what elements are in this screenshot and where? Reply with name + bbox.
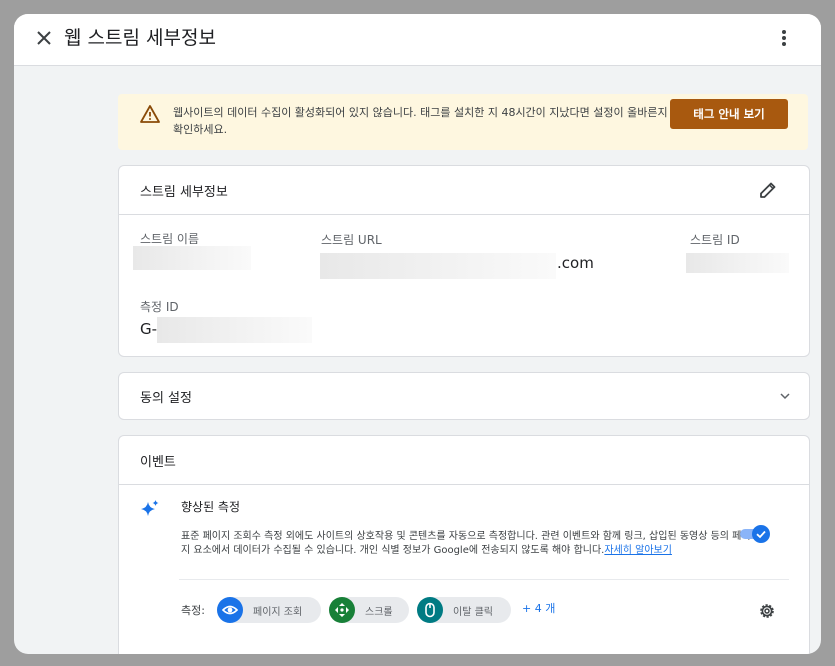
- gear-icon[interactable]: [757, 601, 777, 621]
- stream-url-label: 스트림 URL: [321, 233, 382, 247]
- more-vert-icon[interactable]: [774, 27, 794, 49]
- events-title: 이벤트: [140, 455, 176, 470]
- check-icon: [756, 530, 766, 539]
- enhanced-measurement-title: 향상된 측정: [181, 500, 241, 514]
- toggle-knob: [752, 525, 770, 543]
- enhanced-measurement-toggle[interactable]: [740, 525, 772, 543]
- chip-outbound-click[interactable]: 이탈 클릭: [417, 597, 511, 623]
- stream-details-header: 스트림 세부정보: [119, 166, 809, 215]
- stream-url-suffix: .com: [557, 254, 594, 272]
- stream-name-redacted: [133, 246, 251, 270]
- chip-page-view[interactable]: 페이지 조회: [217, 597, 321, 623]
- measurement-id-label: 측정 ID: [140, 300, 179, 314]
- chip-scroll[interactable]: 스크롤: [329, 597, 409, 623]
- crosshair-icon: [329, 597, 355, 623]
- warning-icon: [140, 105, 160, 123]
- more-events-link[interactable]: + 4 개: [522, 600, 555, 616]
- edit-icon[interactable]: [759, 181, 777, 199]
- stream-url-redacted: [320, 253, 556, 279]
- consent-settings-card[interactable]: 동의 설정: [118, 372, 810, 420]
- page-title: 웹 스트림 세부정보: [64, 27, 216, 49]
- stream-name-label: 스트림 이름: [140, 232, 200, 246]
- chip-label: 페이지 조회: [253, 607, 303, 618]
- chip-label: 스크롤: [365, 607, 393, 618]
- stream-id-redacted: [686, 253, 789, 273]
- enhanced-measurement-description: 표준 페이지 조회수 측정 외에도 사이트의 상호작용 및 콘텐츠를 자동으로 …: [181, 530, 751, 558]
- chip-label: 이탈 클릭: [453, 607, 493, 618]
- consent-settings-title: 동의 설정: [140, 391, 192, 406]
- warning-banner: 웹사이트의 데이터 수집이 활성화되어 있지 않습니다. 태그를 설치한 지 4…: [118, 94, 808, 150]
- banner-message: 웹사이트의 데이터 수집이 활성화되어 있지 않습니다. 태그를 설치한 지 4…: [173, 106, 668, 136]
- events-header: 이벤트: [119, 436, 809, 485]
- view-tag-instructions-button[interactable]: 태그 안내 보기: [670, 99, 788, 129]
- close-icon[interactable]: [34, 28, 54, 48]
- learn-more-link[interactable]: 자세히 알아보기: [604, 545, 672, 556]
- eye-icon: [217, 597, 243, 623]
- stream-details-title: 스트림 세부정보: [140, 185, 228, 200]
- measurement-id-prefix: G-: [140, 320, 158, 338]
- divider: [179, 579, 789, 580]
- measure-label: 측정:: [181, 604, 205, 617]
- stream-details-card: 스트림 세부정보 스트림 이름 스트림 URL .com 스트림 ID 측정 I…: [118, 165, 810, 357]
- mouse-icon: [417, 597, 443, 623]
- stream-id-label: 스트림 ID: [690, 233, 740, 247]
- events-card: 이벤트 향상된 측정 표준 페이지 조회수 측정 외에도 사이트의 상호작용 및…: [118, 435, 810, 654]
- chevron-down-icon[interactable]: [779, 390, 791, 402]
- sparkle-icon: [141, 500, 159, 516]
- measurement-id-redacted: [157, 317, 312, 343]
- top-bar: 웹 스트림 세부정보: [14, 14, 821, 66]
- web-stream-details-panel: 웹 스트림 세부정보 웹사이트의 데이터 수집이 활성화되어 있지 않습니다. …: [14, 14, 821, 654]
